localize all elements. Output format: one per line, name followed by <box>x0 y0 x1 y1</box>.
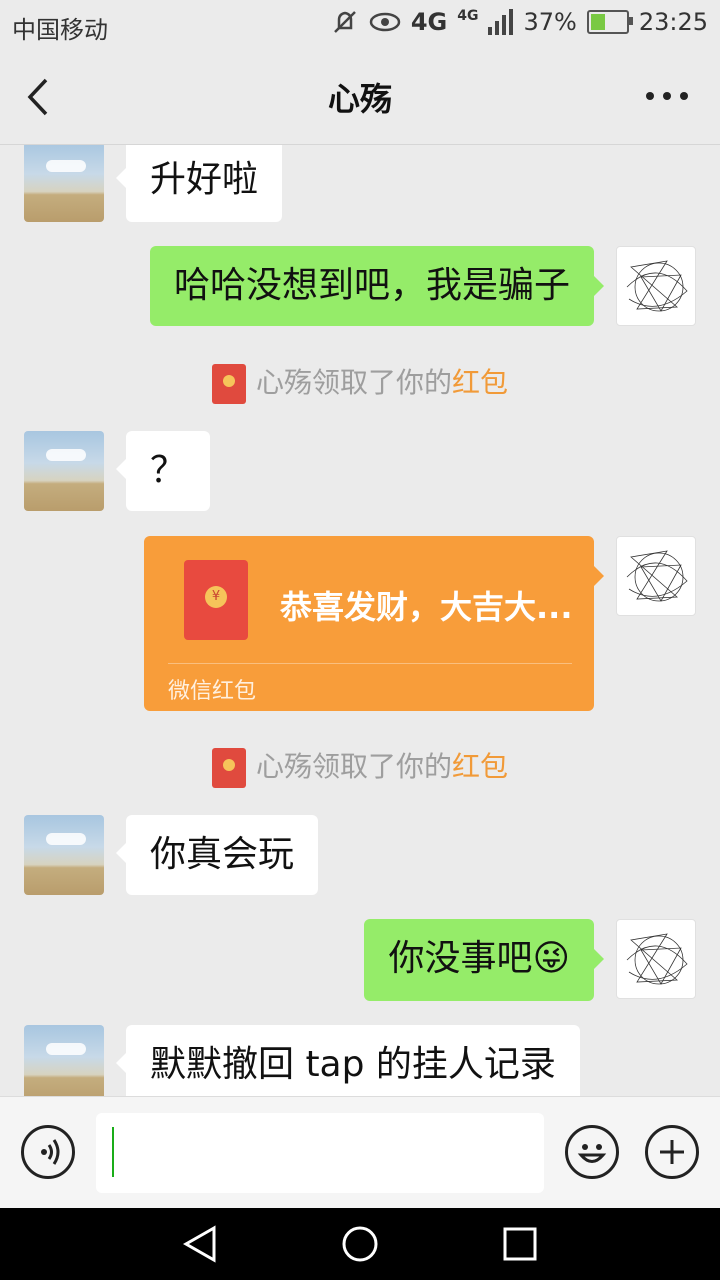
network-type-a: 4G <box>410 8 448 36</box>
incoming-message[interactable]: ？ <box>115 431 211 511</box>
sketch-avatar-icon <box>626 933 688 985</box>
carrier-name: 中国移动 <box>12 16 108 44</box>
message-input-bar <box>0 1096 720 1209</box>
chat-header: 心殇 <box>0 50 720 145</box>
sketch-avatar-icon <box>626 550 688 602</box>
clock-time: 23:25 <box>638 8 708 36</box>
sketch-avatar-icon <box>626 260 688 312</box>
mute-icon <box>333 11 356 33</box>
red-packet-icon <box>211 364 246 404</box>
recents-square-icon[interactable] <box>500 1224 540 1264</box>
system-notice: 心殇领取了你的红包 <box>0 745 720 788</box>
contact-avatar[interactable] <box>24 431 104 511</box>
red-packet-label: 微信红包 <box>168 679 257 704</box>
wink-tongue-emoji-icon: 😜 <box>532 938 570 979</box>
red-packet-icon <box>211 748 246 788</box>
back-triangle-icon[interactable] <box>180 1224 220 1264</box>
contact-avatar[interactable] <box>24 145 104 222</box>
add-icon[interactable] <box>645 1125 699 1179</box>
red-packet-message[interactable]: ¥ 恭喜发财，大吉大... 微信红包 <box>144 536 604 711</box>
outgoing-message[interactable]: 哈哈没想到吧，我是骗子 <box>149 246 605 326</box>
message-list[interactable]: 升好啦 哈哈没想到吧，我是骗子 心殇领取了你的红包 ？ ¥ 恭喜发财，大吉大..… <box>0 145 720 1096</box>
battery-icon <box>586 10 633 34</box>
my-avatar[interactable] <box>616 246 696 326</box>
my-avatar[interactable] <box>616 536 696 616</box>
red-packet-link[interactable]: 红包 <box>452 750 508 783</box>
text-caret <box>112 1127 114 1177</box>
status-bar: 中国移动 4G 4G 37% 23:25 <box>0 0 720 50</box>
more-icon[interactable] <box>642 84 692 108</box>
system-notice-text: 心殇领取了你的 <box>255 750 452 783</box>
voice-icon[interactable] <box>21 1125 75 1179</box>
signal-icon <box>488 9 514 35</box>
message-text: 你没事吧 <box>388 938 533 979</box>
outgoing-message[interactable]: 你没事吧😜 <box>364 919 604 1001</box>
divider <box>168 663 572 664</box>
home-circle-icon[interactable] <box>340 1224 380 1264</box>
red-packet-link[interactable]: 红包 <box>452 366 508 399</box>
contact-avatar[interactable] <box>24 815 104 895</box>
network-type-b: 4G <box>457 8 479 24</box>
system-notice-text: 心殇领取了你的 <box>255 366 452 399</box>
incoming-message[interactable]: 升好啦 <box>115 145 283 222</box>
battery-percent: 37% <box>523 8 577 36</box>
chat-title: 心殇 <box>327 80 392 118</box>
contact-avatar[interactable] <box>24 1025 104 1096</box>
red-envelope-icon: ¥ <box>184 560 248 640</box>
incoming-message[interactable]: 默默撤回 tap 的挂人记录 <box>116 1025 580 1096</box>
status-icons: 4G 4G 37% 23:25 <box>331 8 708 36</box>
red-packet-title: 恭喜发财，大吉大... <box>280 588 573 626</box>
system-nav-bar <box>0 1208 720 1280</box>
system-notice: 心殇领取了你的红包 <box>0 361 720 404</box>
eye-icon <box>369 12 401 32</box>
incoming-message[interactable]: 你真会玩 <box>115 815 319 895</box>
my-avatar[interactable] <box>616 919 696 999</box>
emoji-icon[interactable] <box>565 1125 619 1179</box>
message-input[interactable] <box>96 1113 544 1193</box>
